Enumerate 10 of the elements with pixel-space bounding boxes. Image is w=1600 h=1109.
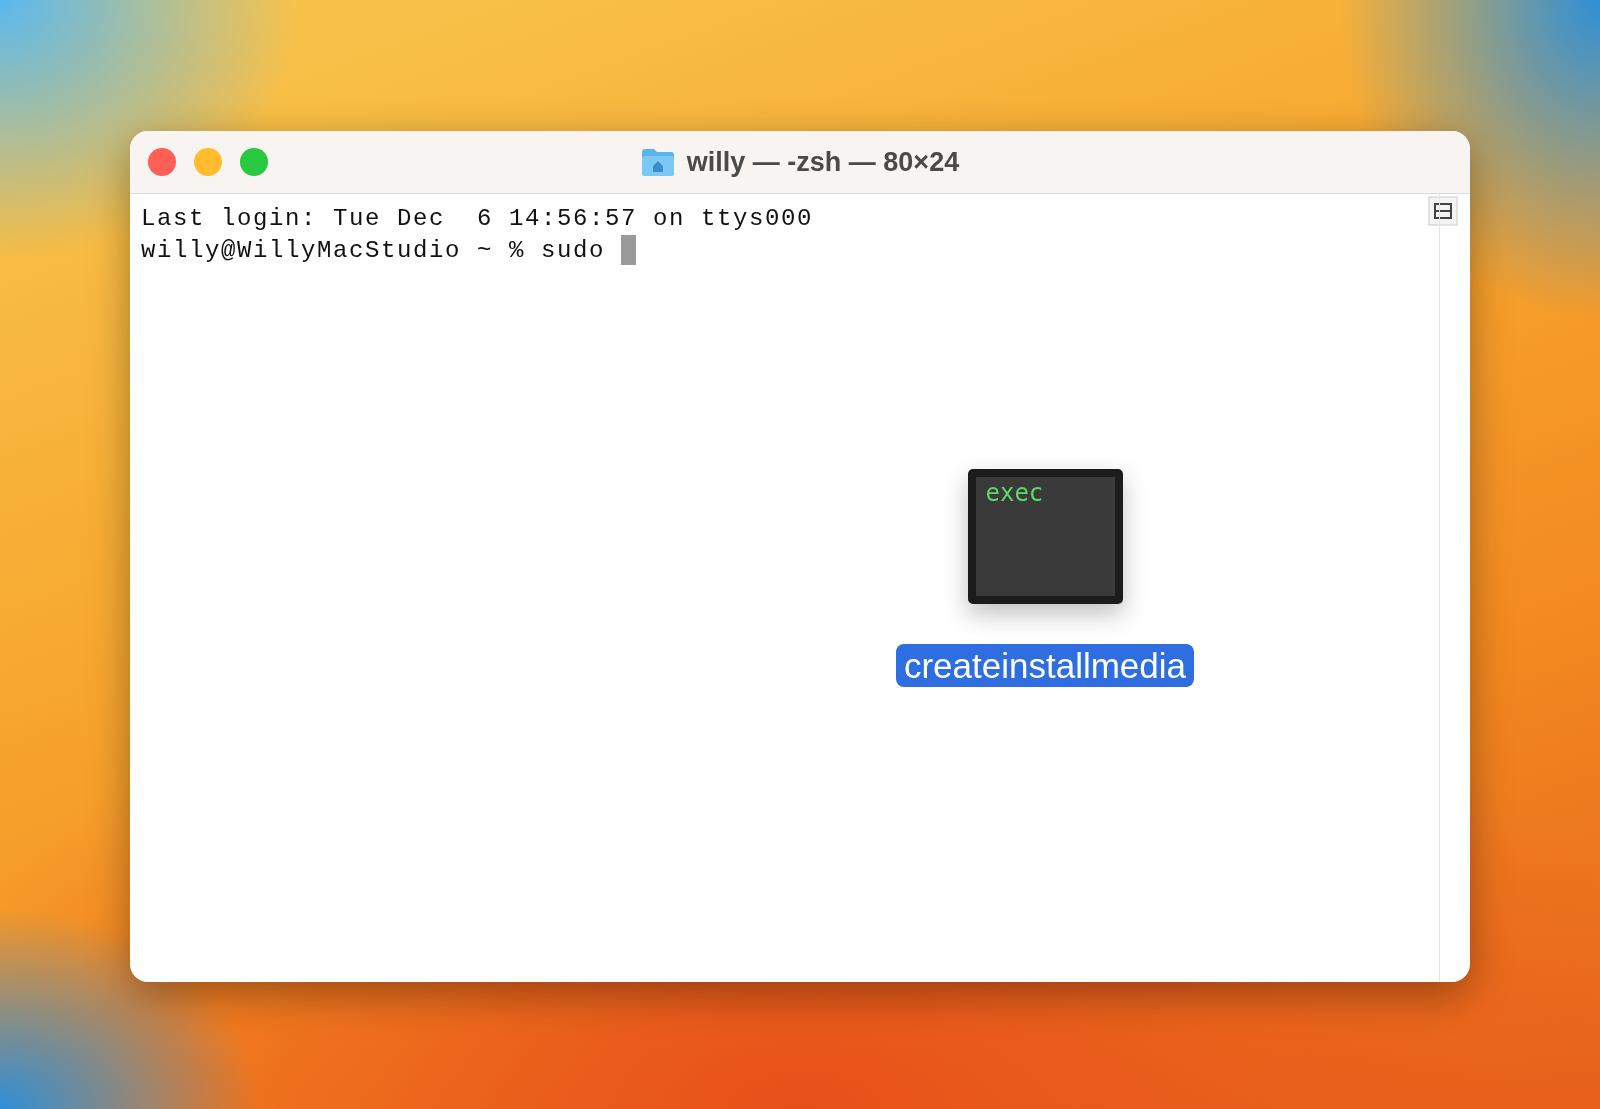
minimize-button[interactable] bbox=[194, 148, 222, 176]
scroll-split-icon[interactable] bbox=[1428, 196, 1458, 226]
terminal-line: Last login: Tue Dec 6 14:56:57 on ttys000 bbox=[141, 204, 814, 232]
icon-label: exec bbox=[985, 479, 1044, 507]
window-title: willy — -zsh — 80×24 bbox=[686, 146, 960, 178]
file-name: createinstallmedia bbox=[895, 644, 1195, 687]
terminal-line: willy@WillyMacStudio ~ % sudo bbox=[141, 236, 607, 264]
close-button[interactable] bbox=[148, 148, 176, 176]
zoom-button[interactable] bbox=[240, 148, 268, 176]
home-folder-icon bbox=[640, 147, 675, 177]
